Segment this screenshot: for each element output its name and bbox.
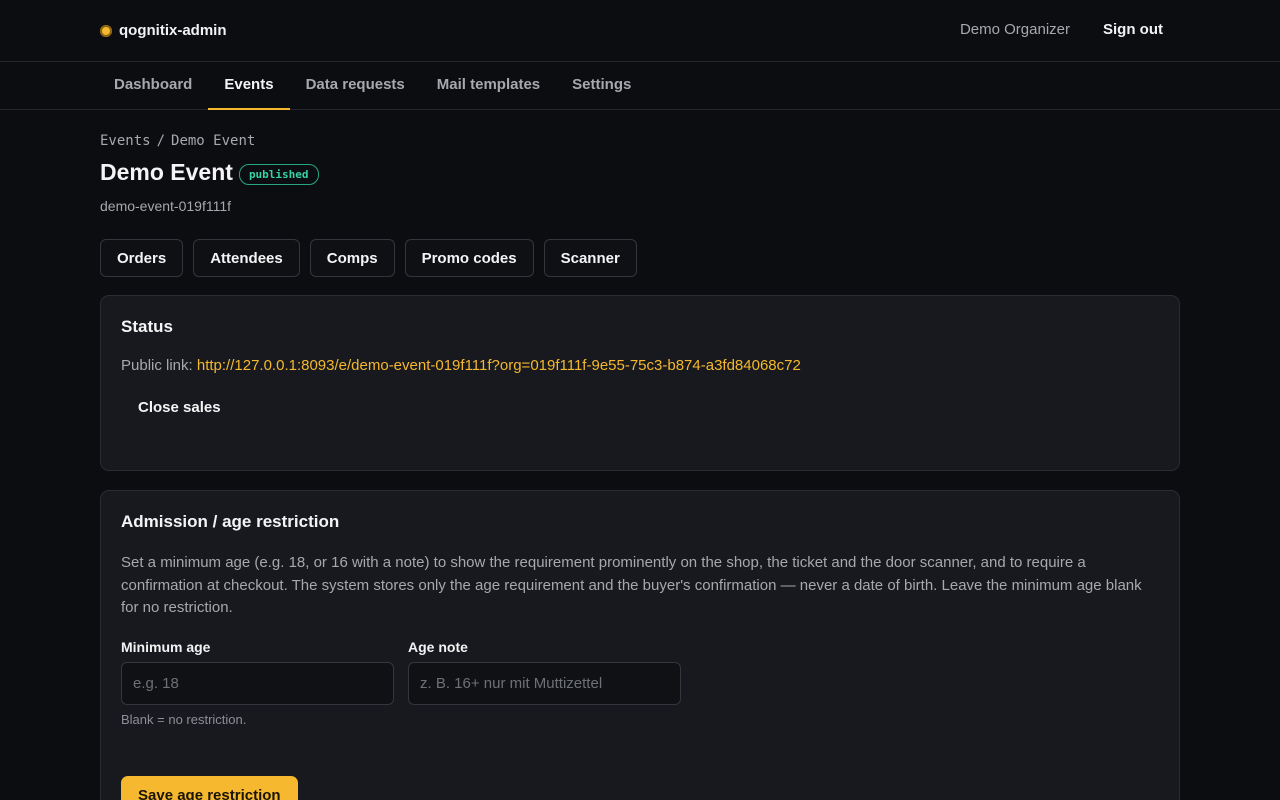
title-row: Demo Event published [100,159,1180,186]
tab-settings[interactable]: Settings [556,62,647,109]
status-card-title: Status [121,317,173,336]
tab-mail-templates[interactable]: Mail templates [421,62,556,109]
scanner-button[interactable]: Scanner [543,239,637,277]
breadcrumb-events-link[interactable]: Events [100,133,151,149]
user-name: Demo Organizer [959,21,1070,38]
close-sales-button[interactable]: Close sales [138,399,221,416]
sign-out-button[interactable]: Sign out [1103,21,1163,38]
event-actions: Orders Attendees Comps Promo codes Scann… [100,239,1180,277]
top-bar: qognitix-admin Demo Organizer Sign out [0,0,1280,62]
save-age-restriction-button[interactable]: Save age restriction [121,775,298,800]
age-restriction-description: Set a minimum age (e.g. 18, or 16 with a… [121,554,1142,616]
breadcrumb-current: Demo Event [171,133,256,149]
page-title: Demo Event [100,159,233,185]
main-nav: Dashboard Events Data requests Mail temp… [0,62,1280,110]
status-card: Status Public link: http://127.0.0.1:809… [100,295,1180,471]
public-link[interactable]: http://127.0.0.1:8093/e/demo-event-019f1… [197,357,801,374]
minimum-age-hint: Blank = no restriction. [121,711,247,727]
age-restriction-title: Admission / age restriction [121,512,340,531]
user-area: Demo Organizer Sign out [960,21,1163,38]
age-note-label: Age note [408,638,468,655]
tab-data-requests[interactable]: Data requests [290,62,421,109]
tab-events[interactable]: Events [208,62,290,110]
orders-button[interactable]: Orders [100,239,184,277]
public-link-row: Public link: http://127.0.0.1:8093/e/dem… [121,357,1159,374]
circle-dot-icon [100,24,112,37]
minimum-age-input[interactable] [121,661,394,705]
breadcrumb: Events / Demo Event [100,133,1180,149]
status-badge: published [238,163,319,185]
minimum-age-label: Minimum age [121,638,211,655]
age-fields: Minimum age Blank = no restriction. Age … [121,639,1159,727]
age-restriction-card: Admission / age restriction Set a minimu… [100,490,1180,800]
comps-button[interactable]: Comps [309,239,395,277]
minimum-age-field: Minimum age Blank = no restriction. [121,639,394,727]
attendees-button[interactable]: Attendees [193,239,300,277]
event-slug: demo-event-019f111f [100,198,232,214]
tab-dashboard[interactable]: Dashboard [98,62,208,109]
brand-name: qognitix-admin [119,22,227,39]
age-note-input[interactable] [408,661,681,705]
promo-codes-button[interactable]: Promo codes [404,239,534,277]
public-link-label: Public link: [121,357,193,374]
brand[interactable]: qognitix-admin [100,22,227,39]
age-note-field: Age note [408,639,681,727]
main-content: Events / Demo Event Demo Event published d… [100,110,1180,800]
breadcrumb-separator: / [156,133,166,149]
